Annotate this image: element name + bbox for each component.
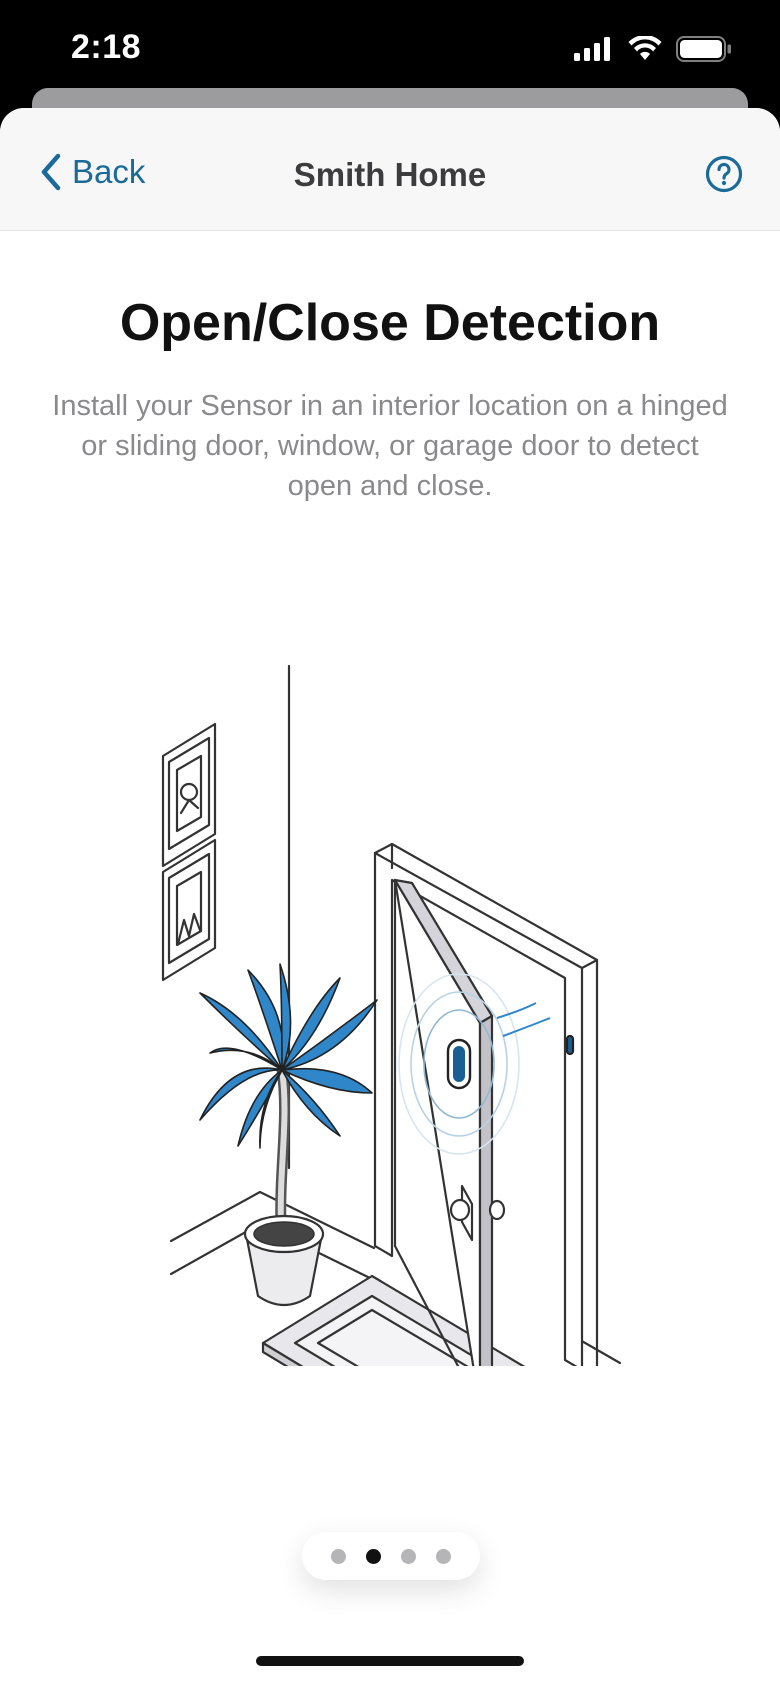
page-dot[interactable] (436, 1548, 451, 1564)
status-time: 2:18 (71, 28, 142, 66)
page-dot[interactable] (401, 1548, 416, 1564)
question-circle-icon[interactable] (704, 154, 744, 194)
modal-sheet: Back Smith Home Open/Close Detection Ins… (0, 108, 780, 1688)
battery-icon (676, 36, 731, 62)
potted-plant (199, 963, 378, 1307)
status-bar: 2:18 (0, 0, 780, 100)
page-dot[interactable] (331, 1548, 346, 1564)
door-sensor (446, 1038, 472, 1090)
wifi-icon (628, 36, 662, 60)
home-indicator[interactable] (256, 1656, 524, 1666)
page-description: Install your Sensor in an interior locat… (52, 390, 728, 502)
nav-title: Smith Home (293, 156, 487, 193)
status-icons (574, 36, 732, 62)
page-title: Open/Close Detection (119, 294, 661, 352)
page-dot-active[interactable] (366, 1548, 381, 1564)
door-sensor-illustration (161, 664, 622, 1366)
cellular-signal-icon (574, 37, 610, 61)
page-indicator (302, 1532, 480, 1580)
navigation-bar: Back Smith Home (0, 108, 780, 231)
